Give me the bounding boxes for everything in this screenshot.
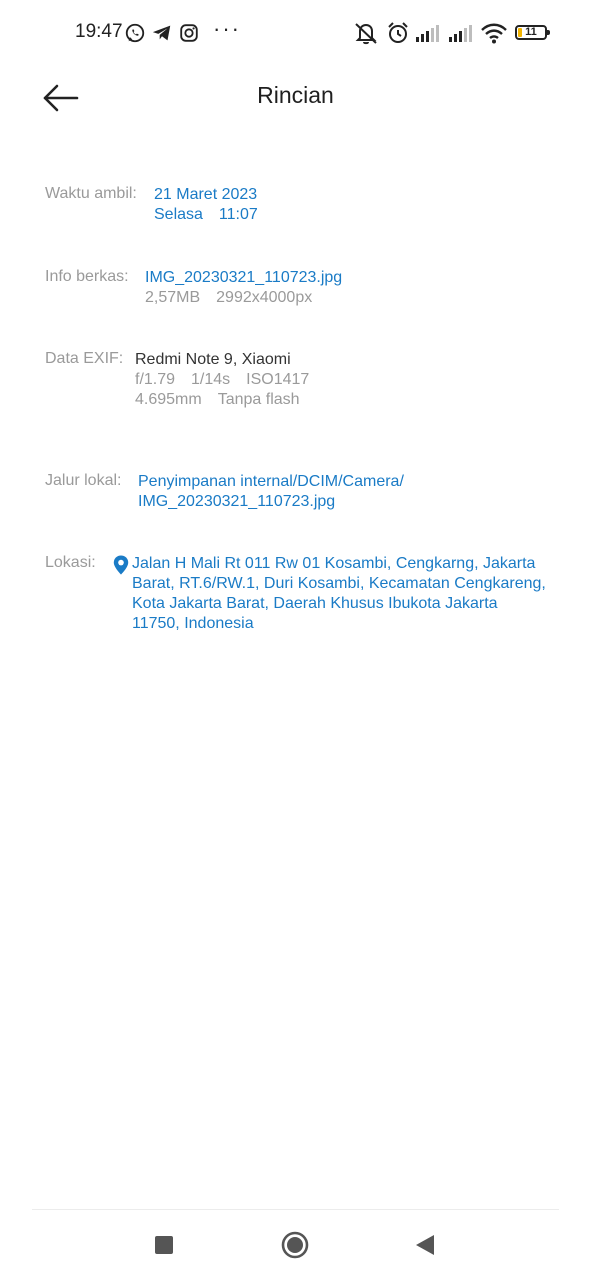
nav-divider <box>32 1209 559 1210</box>
location-pin-icon <box>113 555 129 575</box>
taken-time-label: Waktu ambil: <box>45 185 137 202</box>
location-line-2: Barat, RT.6/RW.1, Duri Kosambi, Kecamata… <box>132 575 546 592</box>
file-info-value: IMG_20230321_110723.jpg 2,57MB 2992x4000p… <box>145 268 342 308</box>
mute-icon <box>355 23 377 45</box>
local-path-line-1: Penyimpanan internal/DCIM/Camera/ <box>138 473 404 490</box>
local-path-label: Jalur lokal: <box>45 472 122 489</box>
signal-icon <box>449 25 472 42</box>
exif-flash: Tanpa flash <box>217 391 300 408</box>
exif-iso: ISO1417 <box>246 371 310 388</box>
page-title: Rincian <box>257 82 334 108</box>
taken-day: Selasa <box>154 206 203 223</box>
recents-square-icon <box>155 1236 173 1254</box>
home-button[interactable] <box>275 1226 315 1266</box>
taken-time-value[interactable]: 21 Maret 2023 Selasa 11:07 <box>154 185 258 225</box>
battery-icon: 11 <box>515 25 550 40</box>
location-line-1: Jalan H Mali Rt 011 Rw 01 Kosambi, Cengk… <box>132 555 536 572</box>
exif-label: Data EXIF: <box>45 350 124 367</box>
nav-back-button[interactable] <box>404 1226 444 1266</box>
exif-value: Redmi Note 9, Xiaomi f/1.79 1/14s ISO1417 … <box>135 350 309 410</box>
exif-device: Redmi Note 9, Xiaomi <box>135 351 291 368</box>
file-info-label: Info berkas: <box>45 268 129 285</box>
file-size: 2,57MB <box>145 289 201 306</box>
signal-icon <box>416 25 439 42</box>
file-resolution: 2992x4000px <box>216 289 313 306</box>
location-value[interactable]: Jalan H Mali Rt 011 Rw 01 Kosambi, Cengk… <box>132 554 546 634</box>
location-line-4: 11750, Indonesia <box>132 615 254 632</box>
home-circle-icon <box>281 1231 309 1259</box>
taken-clock: 11:07 <box>218 206 258 223</box>
instagram-icon <box>180 24 198 42</box>
recents-button[interactable] <box>144 1226 184 1266</box>
location-line-3: Kota Jakarta Barat, Daerah Khusus Ibukot… <box>132 595 498 612</box>
telegram-icon <box>152 25 171 41</box>
whatsapp-icon <box>125 23 145 43</box>
taken-date: 21 Maret 2023 <box>154 186 258 203</box>
status-bar: 19:47 ··· 11 <box>0 0 591 66</box>
more-notifications-icon: ··· <box>213 16 241 41</box>
file-name[interactable]: IMG_20230321_110723.jpg <box>145 268 342 288</box>
exif-aperture: f/1.79 <box>135 371 176 388</box>
local-path-value[interactable]: Penyimpanan internal/DCIM/Camera/ IMG_20… <box>138 472 404 512</box>
alarm-icon <box>388 22 408 43</box>
exif-focal-length: 4.695mm <box>135 391 202 408</box>
location-label: Lokasi: <box>45 554 96 571</box>
back-triangle-icon <box>416 1235 434 1255</box>
exif-shutter: 1/14s <box>191 371 231 388</box>
battery-level: 11 <box>525 26 537 38</box>
local-path-line-2: IMG_20230321_110723.jpg <box>138 493 336 510</box>
status-time: 19:47 <box>75 21 123 42</box>
wifi-icon <box>481 23 507 44</box>
